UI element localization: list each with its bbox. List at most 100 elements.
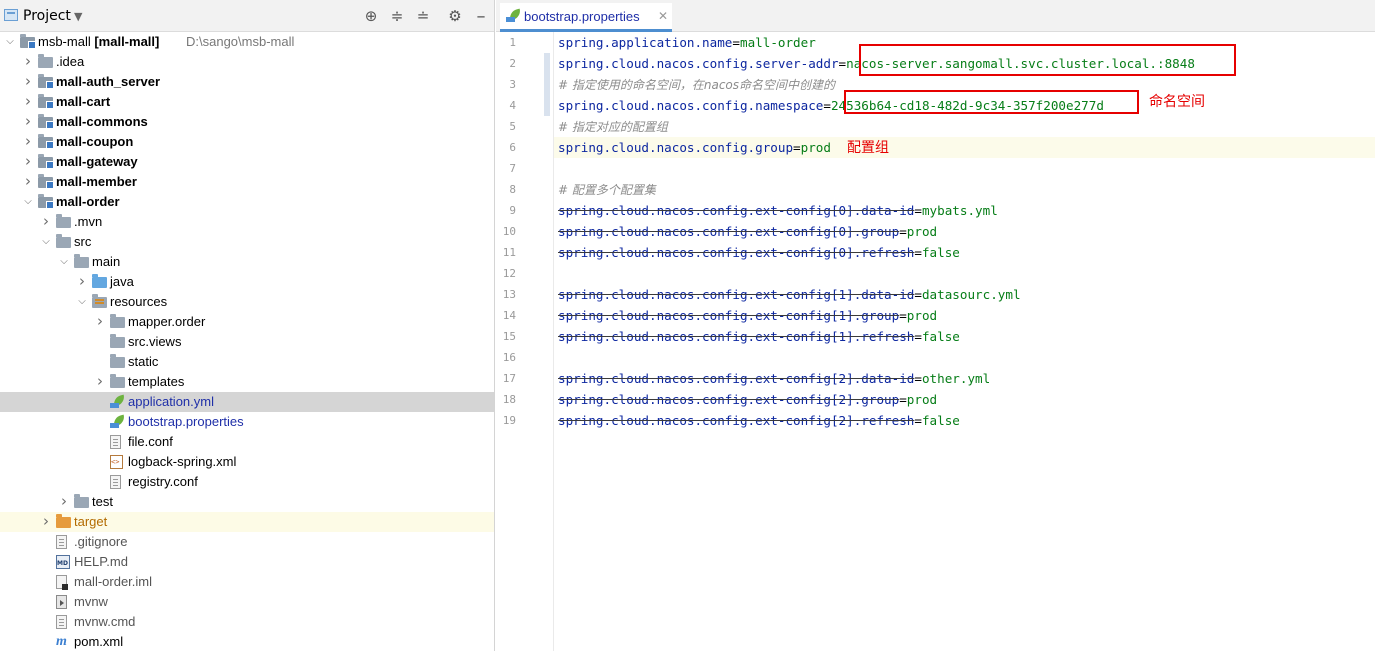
editor-area: bootstrap.properties ✕ 1 2 3 4 5 6 7 8 9 10 11 12 13… (496, 0, 1375, 651)
tree-item[interactable]: ⌵ mall-order (0, 192, 494, 212)
collapse-all-icon[interactable]: ≐ (413, 6, 433, 26)
tree-item-label: mall-order (56, 194, 120, 209)
code-line[interactable]: spring.cloud.nacos.config.ext-config[2].… (558, 368, 990, 389)
tree-item[interactable]: › mapper.order (0, 312, 494, 332)
tree-item[interactable]: file.conf (0, 432, 494, 452)
code-line[interactable]: spring.cloud.nacos.config.ext-config[1].… (558, 326, 960, 347)
tree-item[interactable]: ⌵ msb-mall [mall-mall] D:\sango\msb-mall (0, 32, 494, 52)
tree-item[interactable]: mall-order.iml (0, 572, 494, 592)
chevron-right-icon[interactable]: › (94, 312, 106, 332)
chevron-right-icon[interactable]: › (22, 152, 34, 172)
line-number: 9 (509, 204, 516, 217)
property-key: spring.cloud.nacos.config.server-addr (558, 56, 839, 71)
code-line[interactable]: spring.cloud.nacos.config.ext-config[2].… (558, 410, 960, 431)
spring-leaf-icon (110, 396, 125, 408)
tree-item[interactable]: src.views (0, 332, 494, 352)
module-folder-icon (20, 34, 36, 49)
tree-item[interactable]: › java (0, 272, 494, 292)
property-value: false (921, 329, 960, 344)
code-line[interactable]: spring.cloud.nacos.config.ext-config[2].… (558, 389, 937, 410)
tree-item-label: .idea (56, 54, 85, 69)
chevron-right-icon[interactable]: › (40, 512, 52, 532)
line-number: 16 (502, 351, 516, 364)
code-line[interactable]: spring.cloud.nacos.config.ext-config[1].… (558, 305, 937, 326)
code-line[interactable]: spring.cloud.nacos.config.ext-config[0].… (558, 221, 937, 242)
expand-all-icon[interactable]: ≑ (387, 6, 407, 26)
chevron-right-icon[interactable]: › (40, 212, 52, 232)
property-key: spring.cloud.nacos.config.ext-config[0].… (558, 203, 915, 218)
tree-item[interactable]: › target (0, 512, 494, 532)
tree-item[interactable]: pom.xml (0, 632, 494, 651)
tree-item[interactable]: registry.conf (0, 472, 494, 492)
tree-item[interactable]: mvnw (0, 592, 494, 612)
tree-item[interactable]: › mall-member (0, 172, 494, 192)
code-line[interactable]: spring.cloud.nacos.config.ext-config[0].… (558, 200, 998, 221)
change-marker (544, 95, 550, 116)
chevron-right-icon[interactable]: › (58, 492, 70, 512)
module-folder-icon (38, 134, 54, 149)
chevron-right-icon[interactable]: › (94, 372, 106, 392)
tree-item[interactable]: › .mvn (0, 212, 494, 232)
tree-item-label: bootstrap.properties (128, 414, 244, 429)
project-header: Project ▼ ⊕ ≑ ≐ ⚙ – (0, 0, 494, 32)
tree-item[interactable]: bootstrap.properties (0, 412, 494, 432)
tree-item[interactable]: application.yml (0, 392, 494, 412)
tree-item[interactable]: ⌵ src (0, 232, 494, 252)
locate-file-icon[interactable]: ⊕ (361, 6, 381, 26)
line-number-gutter: 1 2 3 4 5 6 7 8 9 10 11 12 13 14 15 16 17 18 19 (496, 32, 554, 651)
code-editor[interactable]: spring.application.name=mall-order spring… (554, 32, 1375, 651)
chevron-right-icon[interactable]: › (22, 112, 34, 132)
chevron-right-icon[interactable]: › (22, 52, 34, 72)
code-line[interactable]: spring.application.name=mall-order (558, 32, 816, 53)
tree-item-label: main (92, 254, 121, 269)
tree-item-label: mall-coupon (56, 134, 134, 149)
code-line[interactable]: spring.cloud.nacos.config.ext-config[1].… (558, 284, 1021, 305)
tree-item[interactable]: › test (0, 492, 494, 512)
chevron-right-icon[interactable]: › (76, 272, 88, 292)
close-icon[interactable]: ✕ (658, 9, 668, 23)
code-line[interactable]: # 配置多个配置集 (558, 179, 656, 200)
code-line[interactable]: spring.cloud.nacos.config.group=prod 配置组 (558, 137, 889, 158)
tree-item[interactable]: › templates (0, 372, 494, 392)
chevron-down-icon[interactable]: ⌵ (58, 252, 70, 272)
project-view-selector[interactable]: Project (23, 8, 71, 24)
module-folder-icon (38, 94, 54, 109)
code-line[interactable]: # 指定使用的命名空间，在nacos命名空间中创建的 (558, 74, 835, 95)
tree-item[interactable]: › mall-auth_server (0, 72, 494, 92)
code-line[interactable]: # 指定对应的配置组 (558, 116, 668, 137)
tree-item[interactable]: logback-spring.xml (0, 452, 494, 472)
chevron-down-icon[interactable]: ⌵ (22, 192, 34, 212)
chevron-down-icon[interactable]: ⌵ (76, 292, 88, 312)
tree-item[interactable]: ⌵ resources (0, 292, 494, 312)
tree-item[interactable]: static (0, 352, 494, 372)
gear-icon[interactable]: ⚙ (445, 6, 465, 26)
tree-item[interactable]: mvnw.cmd (0, 612, 494, 632)
tab-bootstrap-properties[interactable]: bootstrap.properties ✕ (500, 3, 672, 32)
chevron-down-icon[interactable]: ⌵ (40, 232, 52, 252)
tree-item[interactable]: › mall-commons (0, 112, 494, 132)
chevron-right-icon[interactable]: › (22, 72, 34, 92)
chevron-right-icon[interactable]: › (22, 172, 34, 192)
tree-item-label: mall-order.iml (74, 574, 153, 589)
chevron-down-icon[interactable]: ▼ (74, 10, 82, 23)
hide-panel-icon[interactable]: – (471, 6, 491, 27)
operator: = (823, 98, 831, 113)
chevron-right-icon[interactable]: › (22, 92, 34, 112)
property-key: spring.cloud.nacos.config.ext-config[1].… (558, 308, 900, 323)
tree-item[interactable]: › mall-cart (0, 92, 494, 112)
tree-item[interactable]: › mall-coupon (0, 132, 494, 152)
chevron-down-icon[interactable]: ⌵ (4, 32, 16, 52)
code-line[interactable]: spring.cloud.nacos.config.ext-config[0].… (558, 242, 960, 263)
tree-item[interactable]: ⌵ main (0, 252, 494, 272)
markdown-file-icon (56, 555, 70, 569)
tree-item[interactable]: HELP.md (0, 552, 494, 572)
operator: = (838, 56, 847, 71)
operator: = (899, 308, 907, 323)
module-folder-icon (38, 194, 54, 209)
chevron-right-icon[interactable]: › (22, 132, 34, 152)
tree-item[interactable]: › mall-gateway (0, 152, 494, 172)
tree-item[interactable]: .gitignore (0, 532, 494, 552)
tree-item-label: static (128, 354, 159, 369)
property-value: prod (906, 224, 938, 239)
tree-item[interactable]: › .idea (0, 52, 494, 72)
